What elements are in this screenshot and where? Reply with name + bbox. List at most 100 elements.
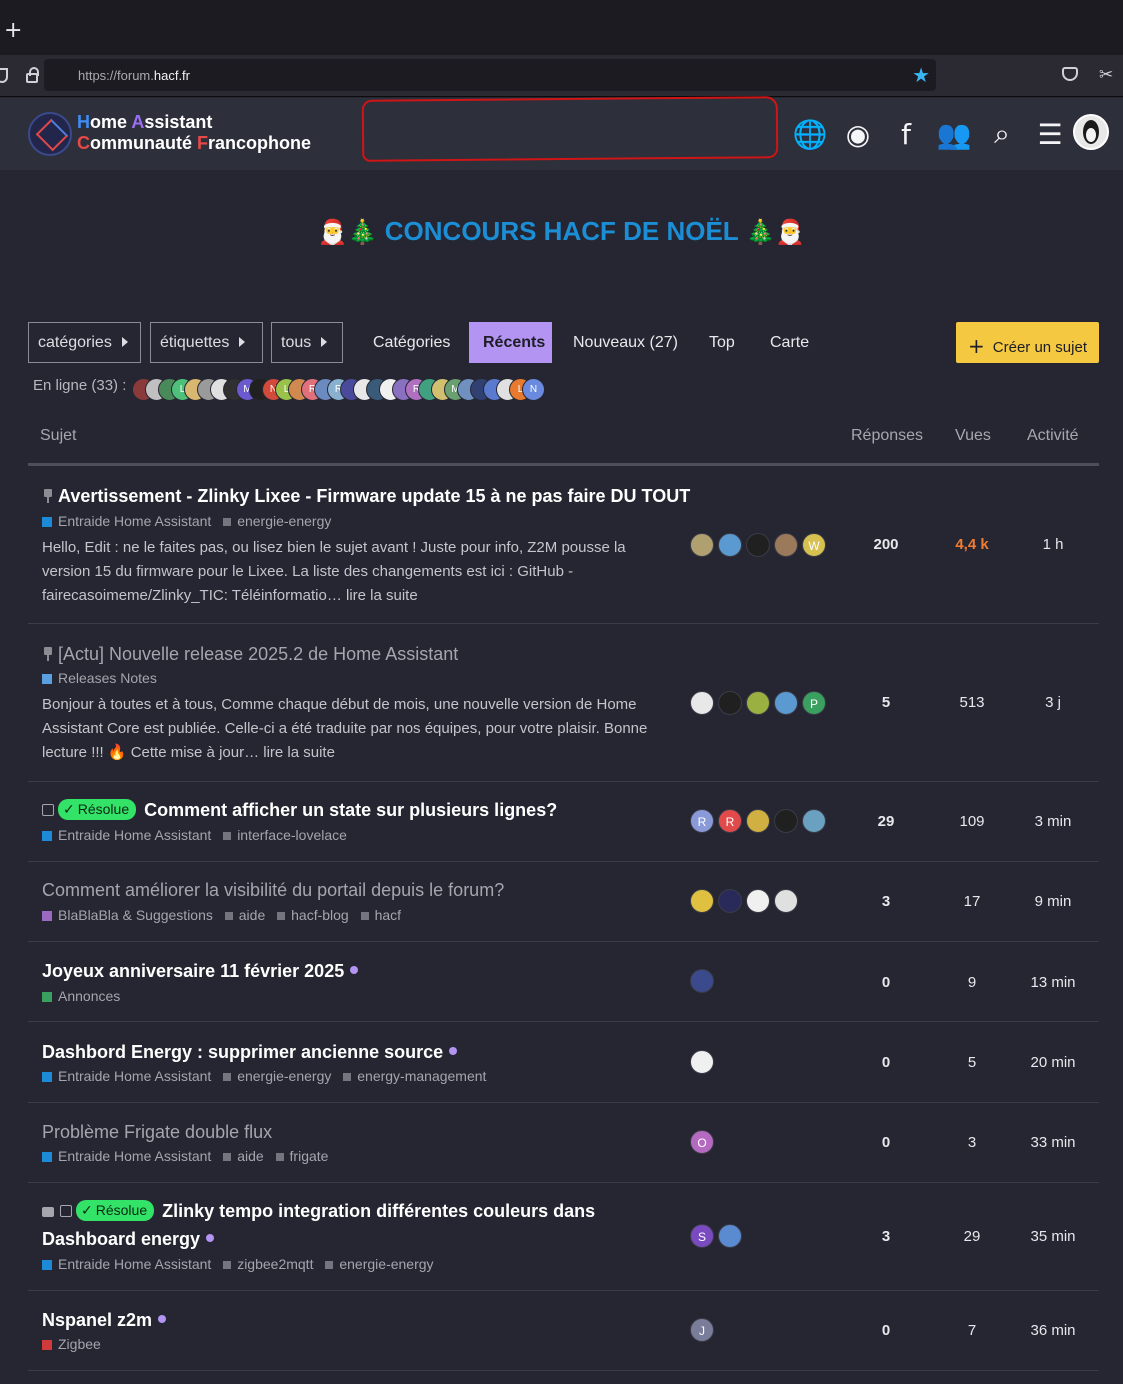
poster-avatar[interactable] [774, 691, 798, 715]
create-topic-button[interactable]: + Créer un sujet [956, 322, 1099, 363]
poster-avatar[interactable] [718, 691, 742, 715]
globe-icon[interactable]: 🌐 [786, 116, 834, 152]
poster-avatar[interactable] [718, 1224, 742, 1248]
activity-time[interactable]: 1 h [1023, 536, 1083, 553]
tag[interactable]: energie-energy [325, 1256, 434, 1272]
table-row[interactable]: ✓ Résolue Zlinky tempo integration différe… [28, 1183, 1099, 1291]
replies-count[interactable]: 0 [856, 974, 916, 991]
topic-title[interactable]: Joyeux anniversaire 11 février 2025 [42, 961, 359, 982]
topic-title[interactable]: ✓ Résolue Comment afficher un state sur pl… [42, 799, 557, 822]
poster-avatar[interactable] [746, 691, 770, 715]
online-user-avatar[interactable]: N [522, 378, 545, 401]
category-badge[interactable]: Zigbee [42, 1336, 101, 1352]
poster-avatar[interactable] [774, 889, 798, 913]
poster-avatar[interactable] [690, 1050, 714, 1074]
user-avatar[interactable] [1073, 114, 1109, 150]
category-badge[interactable]: Entraide Home Assistant [42, 1148, 211, 1164]
category-badge[interactable]: Entraide Home Assistant [42, 1256, 211, 1272]
tag[interactable]: hacf-blog [277, 907, 349, 923]
table-row[interactable]: Nspanel z2m Zigbee J 0 7 36 min [28, 1291, 1099, 1371]
topic-excerpt[interactable]: Hello, Edit : ne le faites pas, ou lisez… [42, 536, 662, 608]
activity-time[interactable]: 36 min [1023, 1322, 1083, 1339]
activity-time[interactable]: 35 min [1023, 1228, 1083, 1245]
activity-time[interactable]: 3 min [1023, 813, 1083, 830]
hacf-logo-icon[interactable] [28, 112, 72, 156]
replies-count[interactable]: 0 [856, 1054, 916, 1071]
nav-top[interactable]: Top [695, 322, 749, 363]
poster-avatar[interactable]: W [802, 533, 826, 557]
extensions-icon[interactable]: ✂ [1099, 65, 1113, 85]
url-text[interactable]: https://forum.hacf.fr [78, 68, 190, 83]
replies-count[interactable]: 29 [856, 813, 916, 830]
new-tab-button[interactable]: + [4, 18, 22, 43]
activity-time[interactable]: 20 min [1023, 1054, 1083, 1071]
activity-time[interactable]: 33 min [1023, 1134, 1083, 1151]
discord-icon[interactable]: ◉ [834, 116, 882, 152]
users-icon[interactable]: 👥 [930, 116, 978, 152]
poster-avatar[interactable] [746, 809, 770, 833]
contest-banner[interactable]: 🎅🎄 CONCOURS HACF DE NOËL 🎄🎅 [0, 216, 1123, 247]
poster-avatar[interactable] [690, 691, 714, 715]
replies-count[interactable]: 3 [856, 1228, 916, 1245]
table-row[interactable]: Joyeux anniversaire 11 février 2025 Anno… [28, 942, 1099, 1022]
col-replies[interactable]: Réponses [851, 427, 923, 445]
topic-title[interactable]: Problème Frigate double flux [42, 1122, 272, 1143]
activity-time[interactable]: 13 min [1023, 974, 1083, 991]
topic-title[interactable]: Nspanel z2m [42, 1310, 167, 1331]
replies-count[interactable]: 200 [856, 536, 916, 553]
table-row[interactable]: ✓ Résolue Comment afficher un state sur pl… [28, 782, 1099, 862]
category-badge[interactable]: Entraide Home Assistant [42, 513, 211, 529]
topic-title[interactable]: Dashbord Energy : supprimer ancienne sou… [42, 1042, 458, 1063]
replies-count[interactable]: 5 [856, 694, 916, 711]
poster-avatar[interactable] [718, 889, 742, 913]
activity-time[interactable]: 3 j [1023, 694, 1083, 711]
category-badge[interactable]: Entraide Home Assistant [42, 1068, 211, 1084]
replies-count[interactable]: 3 [856, 893, 916, 910]
poster-avatar[interactable] [774, 533, 798, 557]
bookmark-star-icon[interactable]: ★ [912, 63, 930, 87]
url-bar[interactable]: https://forum.hacf.fr ★ [44, 59, 936, 91]
poster-avatar[interactable]: S [690, 1224, 714, 1248]
nav-map[interactable]: Carte [756, 322, 823, 363]
poster-avatar[interactable]: R [690, 809, 714, 833]
menu-icon[interactable]: ☰ [1026, 116, 1074, 152]
poster-avatar[interactable]: J [690, 1318, 714, 1342]
tag[interactable]: zigbee2mqtt [223, 1256, 313, 1272]
topic-title[interactable]: Avertissement - Zlinky Lixee - Firmware … [42, 486, 690, 507]
poster-avatar[interactable] [774, 809, 798, 833]
topic-title-cont[interactable]: Dashboard energy [42, 1229, 215, 1250]
poster-avatar[interactable]: O [690, 1130, 714, 1154]
nav-new[interactable]: Nouveaux (27) [559, 322, 692, 363]
poster-avatar[interactable] [802, 809, 826, 833]
poster-avatar[interactable] [690, 889, 714, 913]
poster-avatar[interactable] [746, 533, 770, 557]
replies-count[interactable]: 0 [856, 1134, 916, 1151]
all-dropdown[interactable]: tous [271, 322, 343, 363]
search-icon[interactable]: ⌕ [978, 116, 1026, 152]
tag[interactable]: energy-management [343, 1068, 486, 1084]
table-row[interactable]: Avertissement - Zlinky Lixee - Firmware … [28, 467, 1099, 624]
topic-title[interactable]: [Actu] Nouvelle release 2025.2 de Home A… [42, 644, 458, 665]
facebook-icon[interactable]: f [882, 116, 930, 152]
tag[interactable]: energie-energy [223, 1068, 331, 1084]
pocket-icon[interactable] [1062, 67, 1078, 81]
topic-title[interactable]: Comment améliorer la visibilité du porta… [42, 880, 504, 901]
poster-avatar[interactable]: R [718, 809, 742, 833]
nav-recent[interactable]: Récents [469, 322, 552, 363]
poster-avatar[interactable] [690, 533, 714, 557]
tags-dropdown[interactable]: étiquettes [150, 322, 263, 363]
poster-avatar[interactable] [746, 889, 770, 913]
category-badge[interactable]: Annonces [42, 988, 120, 1004]
tag[interactable]: aide [223, 1148, 264, 1164]
category-badge[interactable]: Releases Notes [42, 670, 157, 686]
tag[interactable]: interface-lovelace [223, 827, 347, 843]
category-badge[interactable]: Entraide Home Assistant [42, 827, 211, 843]
site-logo-text[interactable]: Home Assistant Communauté Francophone [77, 112, 311, 154]
lock-icon[interactable] [26, 67, 39, 83]
poster-avatar[interactable] [690, 969, 714, 993]
replies-count[interactable]: 0 [856, 1322, 916, 1339]
table-row[interactable]: Problème Frigate double flux Entraide Ho… [28, 1103, 1099, 1183]
activity-time[interactable]: 9 min [1023, 893, 1083, 910]
poster-avatar[interactable] [718, 533, 742, 557]
tag[interactable]: hacf [360, 907, 401, 923]
